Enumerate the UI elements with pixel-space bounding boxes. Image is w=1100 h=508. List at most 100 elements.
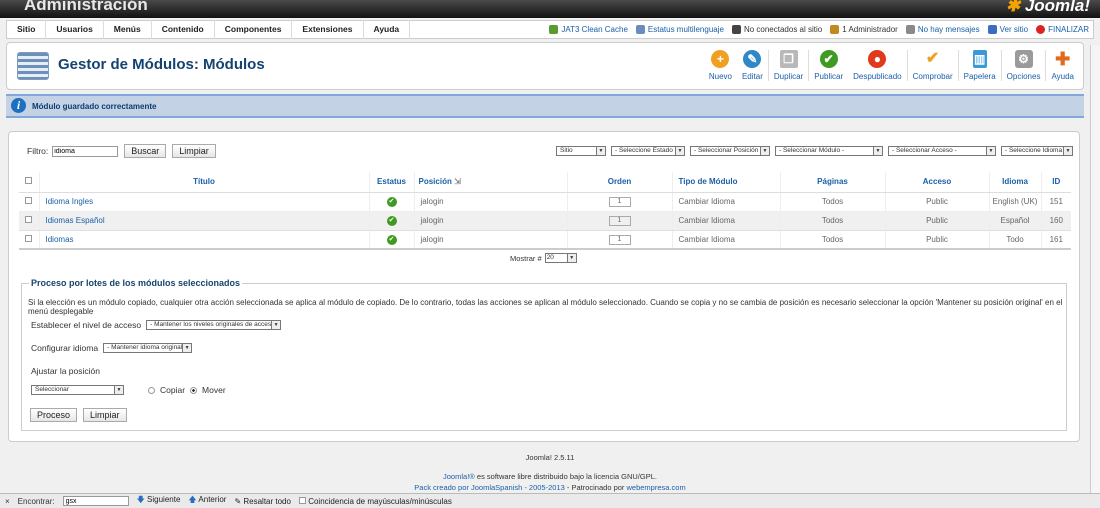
trash-button[interactable]: ▥ Papelera bbox=[957, 50, 1001, 81]
trash-icon: ▥ bbox=[972, 50, 987, 68]
toolbar-label: Duplicar bbox=[773, 72, 804, 81]
highlight-all-button[interactable]: ✎ Resaltar todo bbox=[234, 497, 291, 506]
id-cell: 151 bbox=[1040, 192, 1071, 212]
pages-cell: Todos bbox=[779, 192, 885, 212]
select-all-header bbox=[19, 172, 39, 193]
limit-select[interactable]: 20 bbox=[544, 253, 577, 263]
order-input[interactable]: 1 bbox=[608, 216, 631, 226]
status-clean-cache[interactable]: JAT3 Clean Cache bbox=[549, 25, 628, 34]
duplicate-button[interactable]: ❐ Duplicar bbox=[767, 50, 808, 81]
pack-link[interactable]: Pack creado por JoomlaSpanish - 2005-201… bbox=[414, 483, 565, 492]
find-label: Encontrar: bbox=[17, 496, 55, 506]
pages-cell: Todos bbox=[779, 230, 885, 250]
access-select[interactable]: - Seleccionar Acceso - bbox=[888, 146, 996, 156]
batch-access-select[interactable]: - Mantener los niveles originales de acc… bbox=[146, 320, 282, 330]
col-id[interactable]: ID bbox=[1040, 172, 1071, 193]
menu-contenido[interactable]: Contenido bbox=[152, 20, 215, 39]
batch-clear-button[interactable]: Limpiar bbox=[83, 408, 127, 422]
credits-line: Pack creado por JoomlaSpanish - 2005-201… bbox=[0, 483, 1100, 492]
menu-componentes[interactable]: Componentes bbox=[215, 20, 293, 39]
published-icon[interactable]: ✔ bbox=[386, 216, 397, 226]
type-cell: Cambiar Idioma bbox=[671, 192, 780, 212]
batch-position-select[interactable]: Seleccionar bbox=[31, 385, 124, 395]
published-icon[interactable]: ✔ bbox=[386, 234, 397, 245]
col-status[interactable]: Estatus bbox=[368, 172, 414, 193]
title-cell: Idiomas Español bbox=[38, 211, 369, 231]
batch-buttons: Proceso Limpiar bbox=[28, 408, 127, 422]
cache-icon bbox=[549, 25, 559, 34]
module-title-link[interactable]: Idiomas Español bbox=[46, 216, 105, 225]
move-radio[interactable] bbox=[190, 386, 198, 394]
page-scrollbar[interactable] bbox=[1090, 45, 1100, 493]
arrow-up-icon: 🡅 bbox=[188, 495, 197, 504]
close-findbar-icon[interactable]: × bbox=[5, 497, 10, 506]
message-text: Módulo guardado correctamente bbox=[32, 102, 157, 111]
col-access[interactable]: Acceso bbox=[884, 172, 989, 193]
filter-search-input[interactable] bbox=[52, 145, 119, 157]
col-title[interactable]: Título bbox=[38, 172, 369, 193]
module-title-link[interactable]: Idioma Ingles bbox=[46, 197, 94, 206]
module-title-link[interactable]: Idiomas bbox=[46, 235, 74, 244]
find-next-button[interactable]: 🡇 Siguiente bbox=[137, 494, 181, 508]
match-case-checkbox[interactable] bbox=[298, 496, 306, 504]
checkin-button[interactable]: ✔ Comprobar bbox=[906, 50, 958, 81]
col-type[interactable]: Tipo de Módulo bbox=[671, 172, 780, 193]
batch-language-select[interactable]: - Mantener idioma original - bbox=[103, 343, 193, 353]
language-cell: Todo bbox=[988, 230, 1041, 250]
status-multilanguage[interactable]: Estatus multilenguaje bbox=[635, 25, 724, 34]
copy-radio[interactable] bbox=[148, 386, 155, 394]
row-checkbox[interactable] bbox=[25, 197, 33, 204]
menu-sitio[interactable]: Sitio bbox=[7, 20, 47, 39]
edit-button[interactable]: ✎ Editar bbox=[737, 50, 768, 81]
row-checkbox-cell bbox=[19, 230, 39, 250]
sort-icon: ⇲ bbox=[454, 177, 461, 187]
unpublish-button[interactable]: ● Despublicado bbox=[848, 50, 906, 81]
menu-ayuda[interactable]: Ayuda bbox=[364, 20, 411, 39]
new-button[interactable]: + Nuevo bbox=[704, 50, 737, 81]
menu-usuarios[interactable]: Usuarios bbox=[46, 20, 104, 39]
batch-description: Si la elección es un módulo copiado, cua… bbox=[28, 298, 1063, 316]
find-input[interactable] bbox=[62, 496, 129, 506]
status-label: No conectados al sitio bbox=[743, 25, 823, 34]
module-select[interactable]: - Seleccionar Módulo - bbox=[775, 146, 883, 156]
help-button[interactable]: ✚ Ayuda bbox=[1045, 50, 1079, 81]
clear-filter-button[interactable]: Limpiar bbox=[172, 144, 216, 158]
joomla-link[interactable]: Joomla!® bbox=[443, 472, 475, 481]
process-button[interactable]: Proceso bbox=[30, 408, 78, 422]
language-icon bbox=[635, 25, 645, 34]
sponsor-link[interactable]: webempresa.com bbox=[627, 483, 686, 492]
filter-bar: Filtro: Buscar Limpiar bbox=[27, 144, 216, 158]
version-text: Joomla! 2.5.11 bbox=[525, 453, 575, 462]
table-row: Idioma Ingles ✔ jalogin 1 Cambiar Idioma… bbox=[19, 192, 1071, 212]
row-checkbox[interactable] bbox=[25, 234, 33, 242]
publish-button[interactable]: ✔ Publicar bbox=[808, 50, 848, 81]
order-input[interactable]: 1 bbox=[608, 197, 631, 207]
filter-selects: Sitio - Seleccione Estado - - Selecciona… bbox=[556, 146, 1073, 156]
find-prev-button[interactable]: 🡅 Anterior bbox=[188, 494, 226, 508]
col-position[interactable]: Posición ⇲ bbox=[413, 172, 567, 193]
limit-label: Mostrar # bbox=[510, 253, 542, 263]
menu-menus[interactable]: Menús bbox=[104, 20, 152, 39]
position-label: Ajustar la posición bbox=[31, 366, 100, 376]
select-all-checkbox[interactable] bbox=[25, 177, 33, 185]
row-checkbox[interactable] bbox=[25, 216, 33, 223]
col-order[interactable]: Orden bbox=[566, 172, 672, 193]
client-select[interactable]: Sitio bbox=[556, 146, 606, 156]
col-pages[interactable]: Páginas bbox=[779, 172, 885, 193]
access-cell: Public bbox=[884, 230, 989, 250]
menu-extensiones[interactable]: Extensiones bbox=[292, 20, 364, 39]
col-language[interactable]: Idioma bbox=[988, 172, 1041, 193]
position-select[interactable]: - Seleccionar Posición - bbox=[690, 146, 770, 156]
published-icon[interactable]: ✔ bbox=[386, 197, 397, 207]
language-select[interactable]: - Seleccione Idioma - bbox=[1001, 146, 1073, 156]
options-button[interactable]: ⚙ Opciones bbox=[1000, 50, 1046, 81]
search-button[interactable]: Buscar bbox=[124, 144, 167, 158]
state-select[interactable]: - Seleccione Estado - bbox=[611, 146, 685, 156]
order-input[interactable]: 1 bbox=[608, 234, 631, 245]
status-admins: 1 Administrador bbox=[830, 25, 898, 34]
match-case-option[interactable]: Coincidencia de mayúsculas/minúsculas bbox=[298, 496, 452, 506]
visitors-icon bbox=[731, 25, 741, 34]
logout-link[interactable]: FINALIZAR bbox=[1036, 25, 1089, 34]
status-view-site[interactable]: Ver sitio bbox=[987, 25, 1028, 34]
status-messages[interactable]: No hay mensajes bbox=[905, 25, 980, 34]
